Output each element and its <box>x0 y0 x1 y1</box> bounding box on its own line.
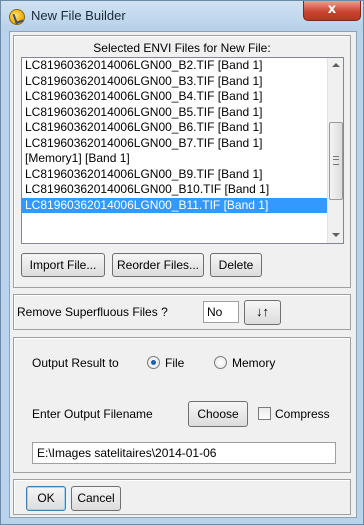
remove-superfluous-label: Remove Superfluous Files ? <box>17 305 168 319</box>
remove-superfluous-value: No <box>203 301 239 323</box>
remove-superfluous-panel: Remove Superfluous Files ? No ↓↑ <box>13 294 351 330</box>
window-title: New File Builder <box>31 8 126 23</box>
file-list-item[interactable]: LC81960362014006LGN00_B6.TIF [Band 1] <box>22 120 327 136</box>
file-list-item[interactable]: LC81960362014006LGN00_B3.TIF [Band 1] <box>22 74 327 90</box>
file-list-item[interactable]: LC81960362014006LGN00_B10.TIF [Band 1] <box>22 182 327 198</box>
files-list: LC81960362014006LGN00_B2.TIF [Band 1] LC8… <box>22 58 327 213</box>
output-filename-label: Enter Output Filename <box>32 407 153 421</box>
output-file-radio[interactable] <box>147 356 160 369</box>
dialog-body: Selected ENVI Files for New File: LC8196… <box>9 31 357 518</box>
file-list-item[interactable]: LC81960362014006LGN00_B7.TIF [Band 1] <box>22 136 327 152</box>
output-memory-label[interactable]: Memory <box>232 356 275 370</box>
selected-files-panel: Selected ENVI Files for New File: LC8196… <box>13 35 351 288</box>
files-listbox[interactable]: LC81960362014006LGN00_B2.TIF [Band 1] LC8… <box>21 57 344 244</box>
title-bar[interactable]: New File Builder x <box>1 1 363 31</box>
output-panel: Output Result to File Memory Enter Outpu… <box>13 337 351 473</box>
envi-app-icon <box>9 9 25 25</box>
cancel-button[interactable]: Cancel <box>71 486 121 511</box>
file-list-item[interactable]: LC81960362014006LGN00_B5.TIF [Band 1] <box>22 105 327 121</box>
compress-label[interactable]: Compress <box>275 407 330 421</box>
scroll-down-arrow-icon[interactable] <box>328 227 343 243</box>
dialog-actions-panel: OK Cancel <box>13 479 351 515</box>
file-list-item[interactable]: LC81960362014006LGN00_B9.TIF [Band 1] <box>22 167 327 183</box>
new-file-builder-window: New File Builder x Selected ENVI Files f… <box>0 0 364 525</box>
scroll-up-arrow-icon[interactable] <box>328 58 343 74</box>
output-file-label[interactable]: File <box>165 356 184 370</box>
output-result-label: Output Result to <box>32 356 119 370</box>
file-list-item[interactable]: LC81960362014006LGN00_B4.TIF [Band 1] <box>22 89 327 105</box>
output-filename-input[interactable]: E:\Images satelitaires\2014-01-06 <box>32 442 336 464</box>
compress-checkbox[interactable] <box>258 407 271 420</box>
files-scrollbar[interactable] <box>327 58 343 243</box>
files-list-caption: Selected ENVI Files for New File: <box>93 41 271 55</box>
file-list-item[interactable]: LC81960362014006LGN00_B2.TIF [Band 1] <box>22 58 327 74</box>
ok-button[interactable]: OK <box>26 486 66 511</box>
scroll-thumb[interactable] <box>329 122 343 200</box>
file-list-item[interactable]: LC81960362014006LGN00_B11.TIF [Band 1] <box>22 197 327 213</box>
file-list-item[interactable]: [Memory1] [Band 1] <box>22 151 327 167</box>
delete-button[interactable]: Delete <box>210 253 262 277</box>
choose-button[interactable]: Choose <box>188 401 248 427</box>
output-memory-radio[interactable] <box>214 356 227 369</box>
toggle-sort-icon[interactable]: ↓↑ <box>244 300 281 325</box>
reorder-files-button[interactable]: Reorder Files... <box>112 253 204 277</box>
close-button[interactable]: x <box>303 1 361 21</box>
import-file-button[interactable]: Import File... <box>21 253 105 277</box>
